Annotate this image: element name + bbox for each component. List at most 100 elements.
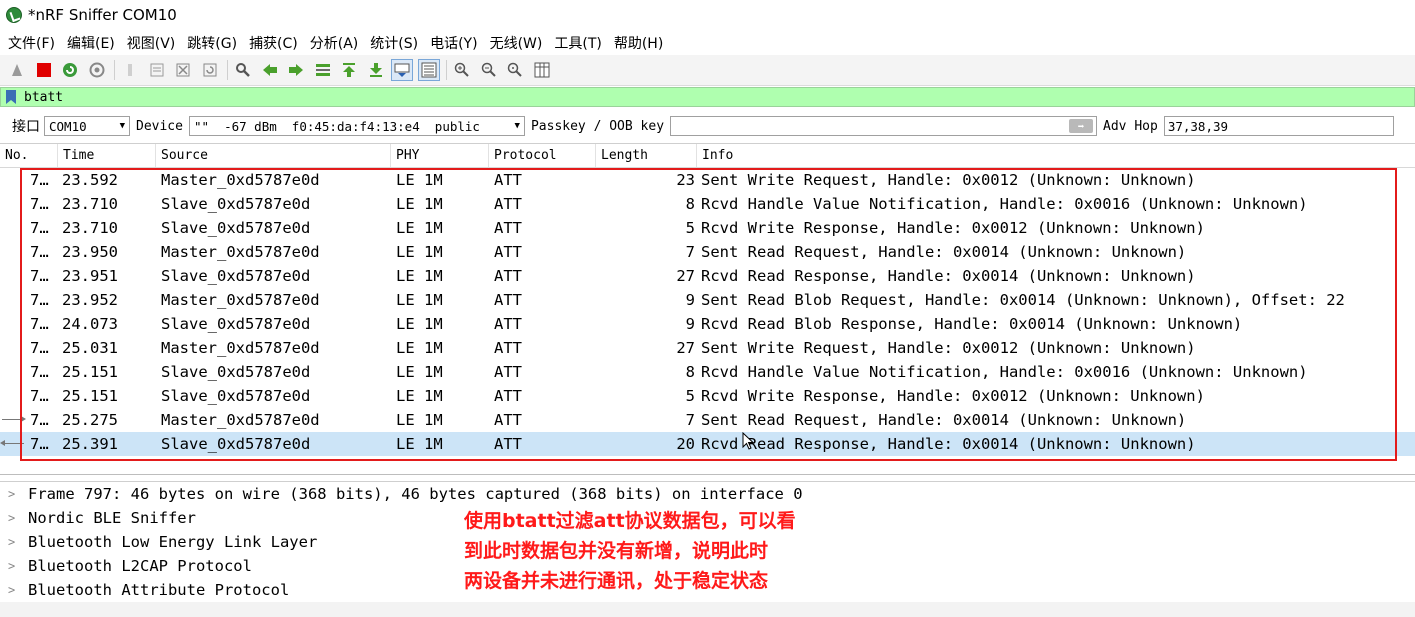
packet-time: 25.391 bbox=[62, 435, 118, 453]
menu-tools[interactable]: 工具(T) bbox=[550, 33, 605, 53]
packet-protocol: ATT bbox=[494, 363, 522, 381]
menu-telephony[interactable]: 电话(Y) bbox=[426, 33, 481, 53]
column-length[interactable]: Length bbox=[596, 144, 697, 167]
adv-hop-input[interactable]: 37,38,39 bbox=[1163, 116, 1394, 136]
tree-item-frame[interactable]: > Frame 797: 46 bytes on wire (368 bits)… bbox=[0, 482, 1415, 506]
column-time[interactable]: Time bbox=[58, 144, 156, 167]
packet-source: Slave_0xd5787e0d bbox=[161, 219, 311, 237]
packet-phy: LE 1M bbox=[396, 411, 443, 429]
packet-source: Slave_0xd5787e0d bbox=[161, 195, 311, 213]
zoom-in-icon[interactable] bbox=[451, 59, 473, 81]
go-first-packet-icon[interactable] bbox=[338, 59, 360, 81]
annotation-line: 到此时数据包并没有新增，说明此时 bbox=[464, 540, 769, 562]
packet-row[interactable]: 7… 23.951 Slave_0xd5787e0d LE 1M ATT 27 … bbox=[0, 264, 1415, 288]
menu-file[interactable]: 文件(F) bbox=[4, 33, 59, 53]
packet-protocol: ATT bbox=[494, 291, 522, 309]
packet-source: Master_0xd5787e0d bbox=[161, 171, 320, 189]
packet-protocol: ATT bbox=[494, 243, 522, 261]
packet-phy: LE 1M bbox=[396, 315, 443, 333]
display-filter-bar[interactable]: btatt bbox=[0, 87, 1415, 107]
chevron-right-icon[interactable]: > bbox=[8, 487, 20, 501]
packet-protocol: ATT bbox=[494, 219, 522, 237]
packet-row[interactable]: 7… 25.151 Slave_0xd5787e0d LE 1M ATT 5 R… bbox=[0, 384, 1415, 408]
packet-info: Sent Write Request, Handle: 0x0012 (Unkn… bbox=[701, 171, 1196, 189]
packet-row-selected[interactable]: 7… 25.391 Slave_0xd5787e0d LE 1M ATT 20 … bbox=[0, 432, 1415, 456]
go-forward-icon[interactable] bbox=[285, 59, 307, 81]
resize-columns-icon[interactable] bbox=[531, 59, 553, 81]
packet-length: 8 bbox=[685, 195, 695, 213]
bookmark-icon[interactable] bbox=[4, 89, 18, 105]
capture-options-icon[interactable] bbox=[86, 59, 108, 81]
menu-wireless[interactable]: 无线(W) bbox=[486, 33, 547, 53]
zoom-out-icon[interactable] bbox=[478, 59, 500, 81]
menu-edit[interactable]: 编辑(E) bbox=[63, 33, 119, 53]
packet-row[interactable]: 7… 25.275 Master_0xd5787e0d LE 1M ATT 7 … bbox=[0, 408, 1415, 432]
menu-go[interactable]: 跳转(G) bbox=[183, 33, 241, 53]
packet-row[interactable]: 7… 25.151 Slave_0xd5787e0d LE 1M ATT 8 R… bbox=[0, 360, 1415, 384]
column-info[interactable]: Info bbox=[697, 144, 1415, 167]
go-back-icon[interactable] bbox=[259, 59, 281, 81]
menu-help[interactable]: 帮助(H) bbox=[610, 33, 667, 53]
passkey-label: Passkey / OOB key bbox=[530, 118, 665, 134]
restart-capture-icon[interactable] bbox=[59, 59, 81, 81]
mouse-cursor-icon bbox=[742, 432, 754, 450]
packet-row[interactable]: 7… 23.710 Slave_0xd5787e0d LE 1M ATT 5 R… bbox=[0, 216, 1415, 240]
passkey-input[interactable]: ➡ bbox=[670, 116, 1098, 136]
packet-time: 23.710 bbox=[62, 195, 118, 213]
toolbar-separator bbox=[114, 60, 115, 80]
column-protocol[interactable]: Protocol bbox=[489, 144, 596, 167]
column-source[interactable]: Source bbox=[156, 144, 391, 167]
packet-source: Slave_0xd5787e0d bbox=[161, 363, 311, 381]
packet-row[interactable]: 7… 24.073 Slave_0xd5787e0d LE 1M ATT 9 R… bbox=[0, 312, 1415, 336]
packet-phy: LE 1M bbox=[396, 195, 443, 213]
packet-source: Master_0xd5787e0d bbox=[161, 339, 320, 357]
annotation-line: 使用btatt过滤att协议数据包，可以看 bbox=[464, 510, 796, 532]
menu-analyze[interactable]: 分析(A) bbox=[306, 33, 363, 53]
reload-file-icon[interactable] bbox=[199, 59, 221, 81]
open-file-icon[interactable] bbox=[119, 59, 141, 81]
zoom-normal-icon[interactable] bbox=[504, 59, 526, 81]
interface-select[interactable]: COM10 ▼ bbox=[44, 116, 130, 136]
menu-statistics[interactable]: 统计(S) bbox=[366, 33, 422, 53]
packet-length: 27 bbox=[676, 267, 695, 285]
packet-row[interactable]: 7… 23.952 Master_0xd5787e0d LE 1M ATT 9 … bbox=[0, 288, 1415, 312]
packet-row[interactable]: 7… 25.031 Master_0xd5787e0d LE 1M ATT 27… bbox=[0, 336, 1415, 360]
interface-select-value: COM10 bbox=[49, 118, 87, 134]
stop-capture-icon[interactable] bbox=[33, 59, 55, 81]
chevron-down-icon: ▼ bbox=[514, 121, 520, 131]
packet-info: Sent Read Request, Handle: 0x0014 (Unkno… bbox=[701, 411, 1187, 429]
packet-phy: LE 1M bbox=[396, 291, 443, 309]
chevron-right-icon[interactable]: > bbox=[8, 535, 20, 549]
packet-source: Master_0xd5787e0d bbox=[161, 411, 320, 429]
autoscroll-icon[interactable] bbox=[391, 59, 413, 81]
chevron-right-icon[interactable]: > bbox=[8, 511, 20, 525]
packet-info: Rcvd Handle Value Notification, Handle: … bbox=[701, 195, 1308, 213]
colorize-icon[interactable] bbox=[417, 59, 440, 81]
device-select[interactable]: "" -67 dBm f0:45:da:f4:13:e4 public ▼ bbox=[188, 116, 525, 136]
packet-protocol: ATT bbox=[494, 339, 522, 357]
column-no[interactable]: No. bbox=[0, 144, 58, 167]
apply-arrow-icon[interactable]: ➡ bbox=[1069, 119, 1094, 133]
packet-info: Sent Read Blob Request, Handle: 0x0014 (… bbox=[701, 291, 1345, 309]
packet-row[interactable]: 7… 23.592 Master_0xd5787e0d LE 1M ATT 23… bbox=[0, 168, 1415, 192]
close-file-icon[interactable] bbox=[172, 59, 194, 81]
find-packet-icon[interactable] bbox=[232, 59, 254, 81]
packet-info: Rcvd Read Blob Response, Handle: 0x0014 … bbox=[701, 315, 1243, 333]
menu-view[interactable]: 视图(V) bbox=[123, 33, 180, 53]
chevron-right-icon[interactable]: > bbox=[8, 583, 20, 597]
display-filter-input[interactable]: btatt bbox=[24, 90, 63, 105]
start-capture-icon[interactable] bbox=[6, 59, 28, 81]
save-file-icon[interactable] bbox=[146, 59, 168, 81]
column-phy[interactable]: PHY bbox=[391, 144, 489, 167]
sniffer-interface-bar: 接口 COM10 ▼ Device "" -67 dBm f0:45:da:f4… bbox=[0, 112, 1415, 140]
chevron-right-icon[interactable]: > bbox=[8, 559, 20, 573]
window-title: *nRF Sniffer COM10 bbox=[28, 6, 177, 24]
packet-row[interactable]: 7… 23.950 Master_0xd5787e0d LE 1M ATT 7 … bbox=[0, 240, 1415, 264]
go-last-packet-icon[interactable] bbox=[365, 59, 387, 81]
packet-source: Master_0xd5787e0d bbox=[161, 243, 320, 261]
go-to-packet-icon[interactable] bbox=[312, 59, 334, 81]
packet-row[interactable]: 7… 23.710 Slave_0xd5787e0d LE 1M ATT 8 R… bbox=[0, 192, 1415, 216]
menu-capture[interactable]: 捕获(C) bbox=[245, 33, 302, 53]
packet-time: 25.031 bbox=[62, 339, 118, 357]
packet-no: 7… bbox=[30, 219, 49, 237]
